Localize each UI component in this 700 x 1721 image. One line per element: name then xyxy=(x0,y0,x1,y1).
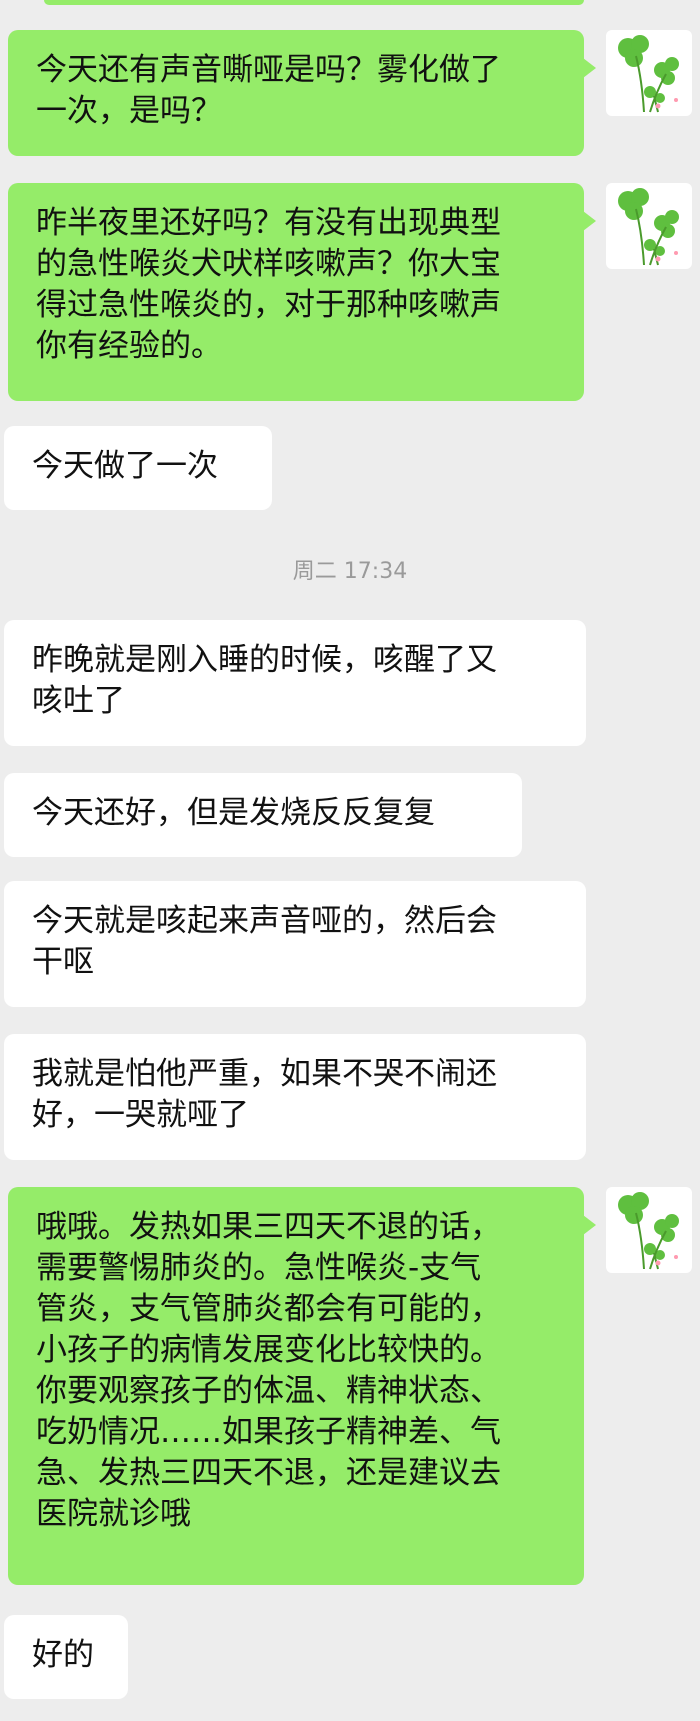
message-bubble-incoming[interactable]: 今天还好，但是发烧反反复复 xyxy=(4,773,522,857)
chat-window: 今天还有声音嘶哑是吗？雾化做了 一次，是吗？ 昨半夜里还好吗？有没有出现典型 的… xyxy=(0,0,700,1721)
clover-plant-icon xyxy=(618,1192,679,1270)
message-bubble-incoming[interactable]: 昨晚就是刚入睡的时候，咳醒了又 咳吐了 xyxy=(4,620,586,746)
message-bubble-outgoing[interactable]: 哦哦。发热如果三四天不退的话， 需要警惕肺炎的。急性喉炎-支气 管炎，支气管肺炎… xyxy=(8,1187,596,1585)
message-bubble-incoming[interactable]: 我就是怕他严重，如果不哭不闹还 好，一哭就哑了 xyxy=(4,1034,586,1160)
message-bubble-incoming[interactable]: 今天做了一次 xyxy=(4,426,272,510)
message-bubble-outgoing[interactable]: 今天还有声音嘶哑是吗？雾化做了 一次，是吗？ xyxy=(8,30,596,156)
avatar[interactable] xyxy=(606,183,692,269)
message-timestamp: 周二 17:34 xyxy=(292,559,408,584)
message-bubble-incoming[interactable]: 今天就是咳起来声音哑的，然后会 干呕 xyxy=(4,881,586,1007)
message-bubble-incoming[interactable]: 好的 xyxy=(4,1615,128,1699)
avatar[interactable] xyxy=(606,30,692,116)
clover-plant-icon xyxy=(618,35,679,113)
avatar[interactable] xyxy=(606,1187,692,1273)
clover-plant-icon xyxy=(618,188,679,266)
previous-message-edge xyxy=(44,0,584,5)
message-bubble-outgoing[interactable]: 昨半夜里还好吗？有没有出现典型 的急性喉炎犬吠样咳嗽声？你大宝 得过急性喉炎的，… xyxy=(8,183,596,401)
